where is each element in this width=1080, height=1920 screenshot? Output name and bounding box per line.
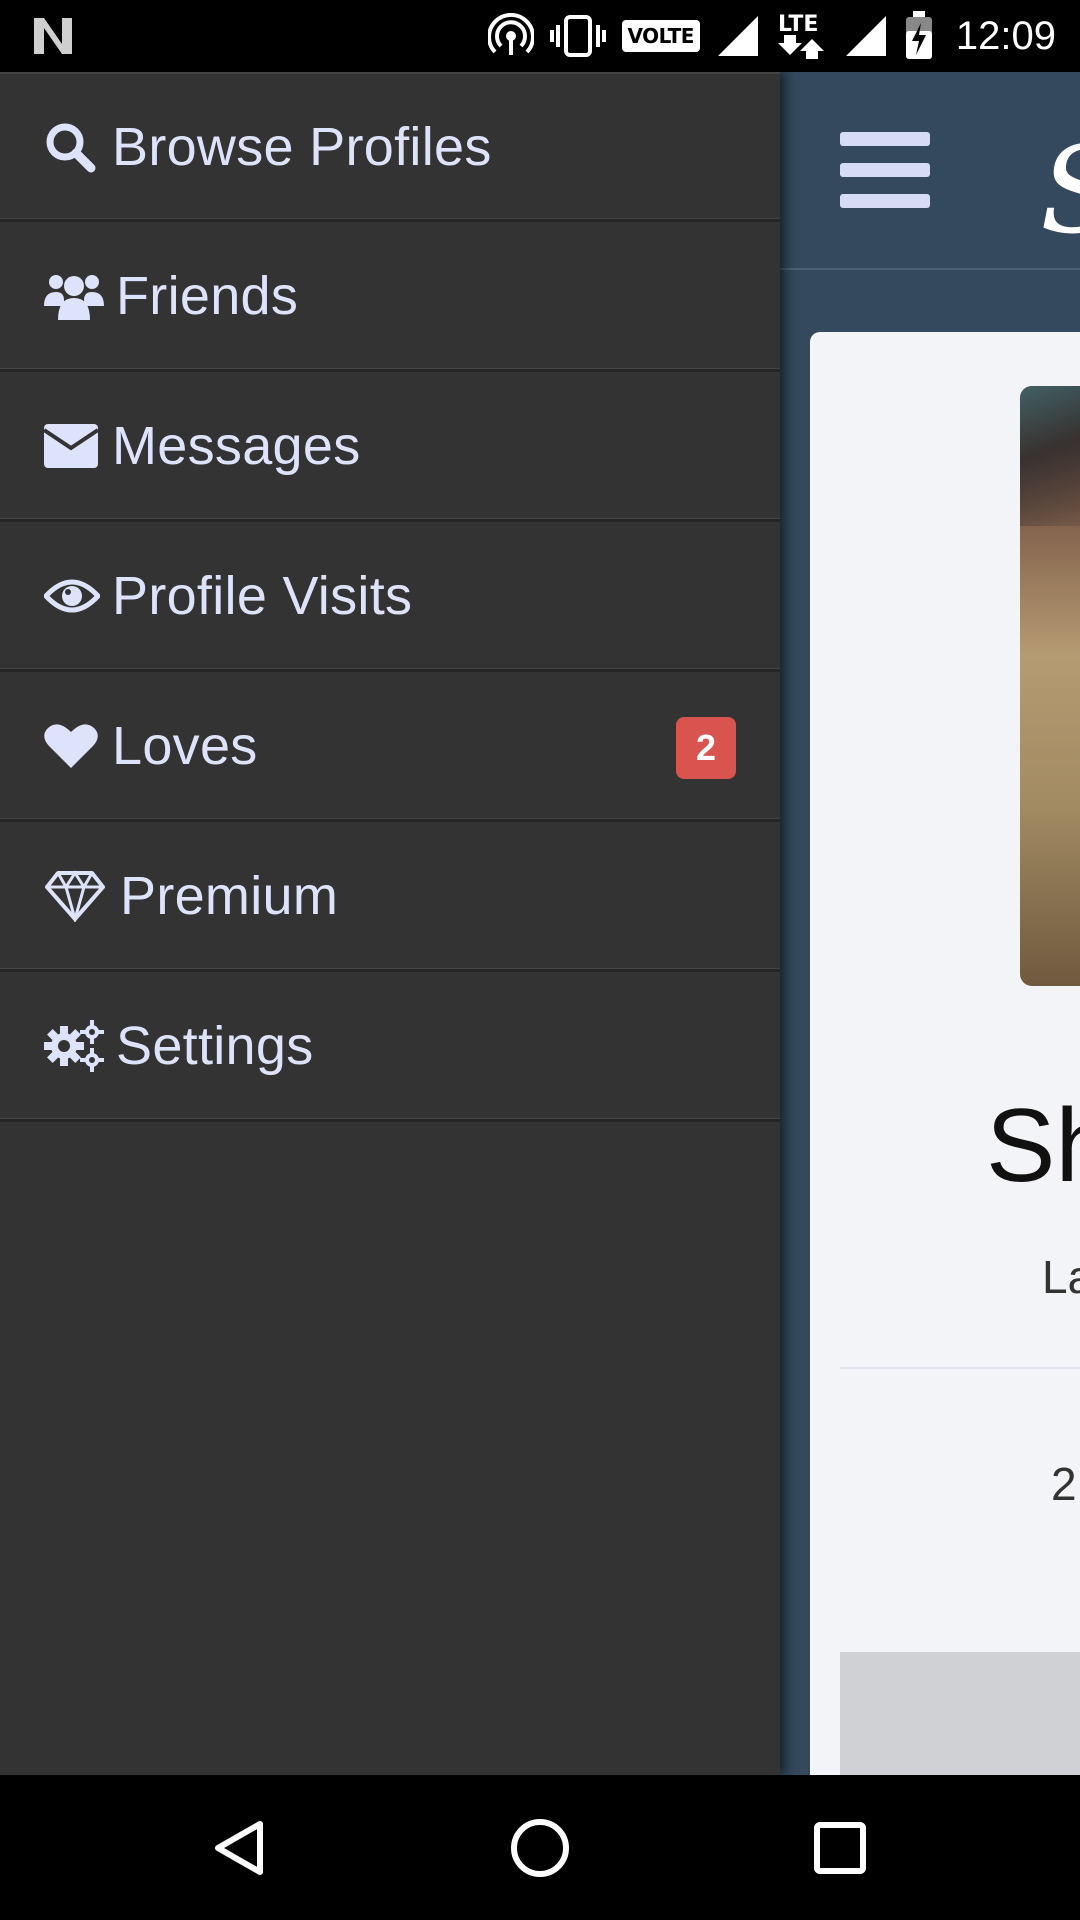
eye-icon <box>44 567 102 625</box>
menu-item-label: Settings <box>116 1015 314 1076</box>
status-time: 12:09 <box>955 13 1056 58</box>
menu-item-messages[interactable]: Messages <box>0 372 780 522</box>
lte-icon: LTE <box>776 12 828 60</box>
home-button[interactable] <box>504 1812 576 1884</box>
menu-item-label: Browse Profiles <box>112 116 492 177</box>
envelope-icon <box>44 417 102 475</box>
search-icon <box>44 118 102 176</box>
hotspot-icon <box>487 12 534 60</box>
gears-icon <box>44 1017 106 1075</box>
heart-icon <box>44 717 102 775</box>
menu-item-label: Friends <box>116 265 299 326</box>
n-logo-icon <box>30 14 76 58</box>
profile-subtitle: La <box>1042 1251 1080 1303</box>
profile-view: Sh La 2 <box>780 72 1080 1775</box>
vibrate-icon <box>549 12 606 60</box>
battery-charging-icon <box>904 11 934 60</box>
diamond-icon <box>44 867 110 925</box>
volte-label: VOLTE <box>621 20 700 52</box>
menu-item-label: Profile Visits <box>112 565 413 626</box>
users-icon <box>44 267 106 325</box>
profile-name: Sh <box>986 1088 1080 1204</box>
signal-icon <box>844 12 888 60</box>
recents-icon <box>814 1822 866 1874</box>
loves-count-badge: 2 <box>676 717 736 779</box>
menu-item-browse-profiles[interactable]: Browse Profiles <box>0 72 780 222</box>
lte-label: LTE <box>778 12 818 37</box>
menu-item-premium[interactable]: Premium <box>0 822 780 972</box>
content-block <box>840 1652 1080 1775</box>
menu-item-label: Premium <box>120 865 339 926</box>
divider <box>840 1367 1080 1369</box>
profile-stat: 2 <box>1051 1458 1077 1510</box>
nav-drawer: Browse Profiles Friends Messages Profile… <box>0 72 780 1775</box>
home-icon <box>511 1819 569 1877</box>
volte-icon: VOLTE <box>621 12 700 60</box>
screen: VOLTE LTE 12:09 S L 2 Browse Profiles Fr… <box>0 0 1080 1920</box>
status-bar: VOLTE LTE 12:09 <box>0 0 1080 72</box>
menu-item-profile-visits[interactable]: Profile Visits <box>0 522 780 672</box>
menu-item-label: Loves <box>112 715 258 776</box>
recents-button[interactable] <box>804 1812 876 1884</box>
system-nav-bar <box>0 1775 1080 1920</box>
menu-item-label: Messages <box>112 415 361 476</box>
signal-icon <box>716 12 760 60</box>
back-icon <box>215 1821 263 1875</box>
menu-item-friends[interactable]: Friends <box>0 222 780 372</box>
back-button[interactable] <box>204 1812 276 1884</box>
menu-item-loves[interactable]: Loves 2 <box>0 672 780 822</box>
menu-item-settings[interactable]: Settings <box>0 972 780 1122</box>
